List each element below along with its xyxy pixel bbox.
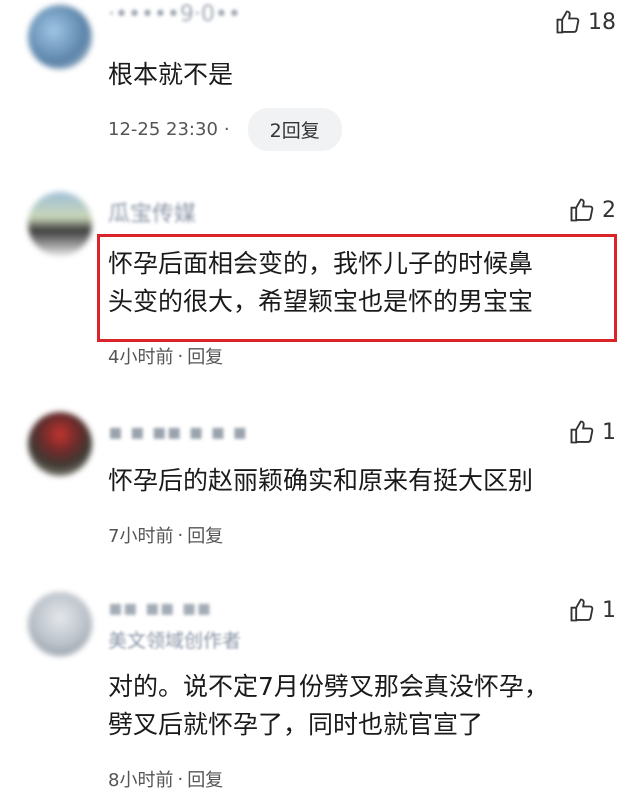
comment-meta: 7小时前 · 回复 <box>108 522 223 548</box>
reply-button[interactable]: 回复 <box>187 766 223 792</box>
username[interactable]: ▪▪ ▪▪ ▪▪ <box>108 596 211 621</box>
reply-button[interactable]: 回复 <box>187 522 223 548</box>
like-button[interactable]: 18 <box>554 8 616 36</box>
meta-separator: · <box>177 345 184 367</box>
comment-meta: 12-25 23:30 · 2回复 <box>108 108 342 151</box>
thumbs-up-icon <box>570 420 594 444</box>
comment-time: 12-25 23:30 <box>108 119 218 140</box>
like-count: 1 <box>602 419 616 445</box>
username[interactable]: ·•••••9·0•• <box>108 2 241 27</box>
comment-time: 7小时前 <box>108 526 174 547</box>
meta-separator: · <box>223 119 230 140</box>
reply-button[interactable]: 回复 <box>187 343 223 369</box>
like-button[interactable]: 2 <box>568 196 616 224</box>
like-button[interactable]: 1 <box>568 596 616 624</box>
thumbs-up-icon <box>556 10 580 34</box>
reply-button[interactable]: 2回复 <box>247 108 342 151</box>
like-count: 18 <box>588 9 616 35</box>
like-count: 2 <box>602 197 616 223</box>
comment-time: 4小时前 <box>108 347 174 368</box>
avatar[interactable] <box>28 412 92 476</box>
comment-meta: 8小时前 · 回复 <box>108 766 223 792</box>
username[interactable]: 瓜宝传媒 <box>108 196 196 228</box>
username[interactable]: ▪ ▪ ▪▪ ▪ ▪ ▪ <box>108 420 247 445</box>
highlight-box <box>97 234 617 342</box>
avatar[interactable] <box>28 592 92 656</box>
like-button[interactable]: 1 <box>568 418 616 446</box>
comment-text: 怀孕后的赵丽颖确实和原来有挺大区别 <box>108 466 534 495</box>
comment-meta: 4小时前 · 回复 <box>108 343 223 369</box>
meta-separator: · <box>177 524 184 546</box>
like-count: 1 <box>602 597 616 623</box>
user-badge: 美文领域创作者 <box>108 630 242 652</box>
meta-separator: · <box>177 768 184 790</box>
avatar[interactable] <box>28 192 92 256</box>
thumbs-up-icon <box>570 598 594 622</box>
avatar[interactable] <box>28 5 92 69</box>
thumbs-up-icon <box>570 198 594 222</box>
comment-text: 根本就不是 <box>108 60 234 89</box>
comment-time: 8小时前 <box>108 770 174 791</box>
comment-text: 对的。说不定7月份劈叉那会真没怀孕， 劈叉后就怀孕了，同时也就官宣了 <box>108 672 549 739</box>
